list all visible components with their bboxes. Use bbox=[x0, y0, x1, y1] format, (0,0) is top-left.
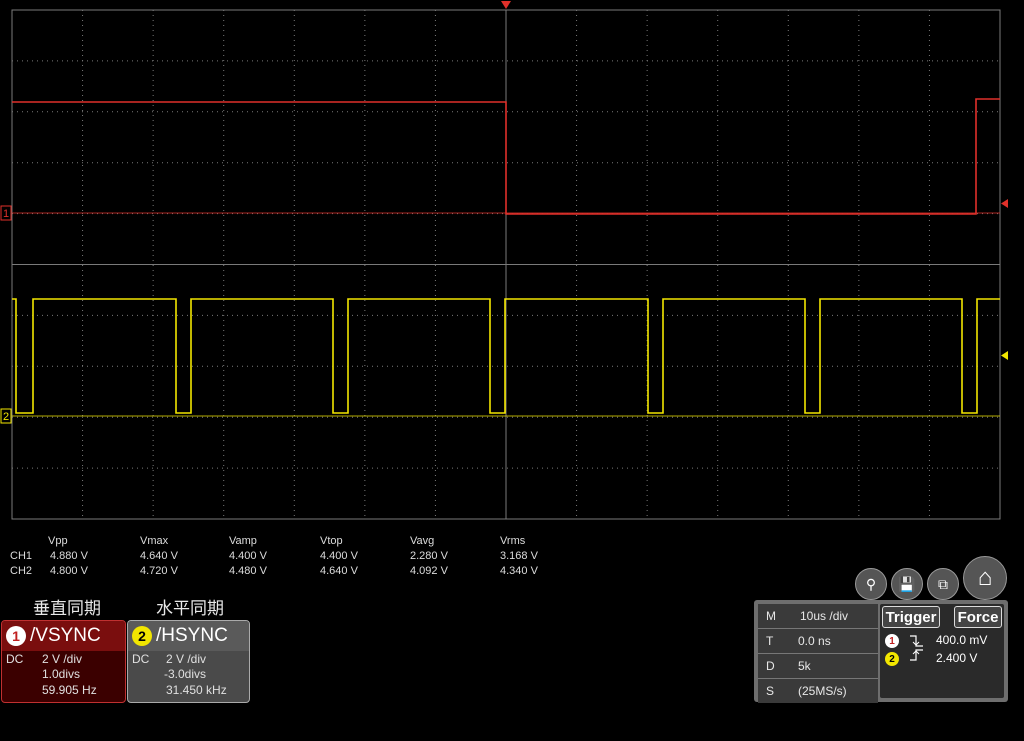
timebase-row-m[interactable]: M 10us /div bbox=[758, 604, 878, 629]
ch1-offset: 1.0divs bbox=[42, 667, 81, 681]
timebase-value: (25MS/s) bbox=[798, 684, 847, 698]
meas-value: 4.092 V bbox=[410, 565, 448, 577]
graticule bbox=[11, 9, 1001, 520]
timebase-trigger-panel: M 10us /div T 0.0 ns D 5k S (25MS/s) Tri… bbox=[754, 600, 1008, 703]
ch1-frequency: 59.905 Hz bbox=[42, 683, 97, 697]
timebase-key: D bbox=[766, 659, 775, 673]
meas-value: 4.640 V bbox=[320, 565, 358, 577]
meas-value: 4.400 V bbox=[229, 550, 267, 562]
window-icon[interactable]: ⧉ bbox=[927, 568, 959, 600]
trigger-button[interactable]: Trigger bbox=[882, 606, 940, 628]
meas-header: Vamp bbox=[229, 535, 257, 547]
trigger-ch2-level: 2.400 V bbox=[936, 651, 978, 665]
trigger-position-marker[interactable] bbox=[501, 1, 511, 9]
timebase-value: 5k bbox=[798, 659, 811, 673]
ch1-trace bbox=[12, 98, 1000, 215]
timebase-value: 0.0 ns bbox=[798, 634, 831, 648]
ch2-scale: 2 V /div bbox=[166, 652, 207, 666]
meas-header: Vmax bbox=[140, 535, 169, 547]
meas-value: 4.480 V bbox=[229, 565, 267, 577]
oscilloscope-screen[interactable]: 1 2 bbox=[0, 0, 1024, 530]
meas-row-label: CH1 bbox=[10, 550, 33, 562]
ch1-marker-label: 1 bbox=[3, 208, 9, 220]
ch2-frequency: 31.450 kHz bbox=[166, 683, 227, 697]
ch1-name: /VSYNC bbox=[30, 625, 101, 646]
meas-value: 3.168 V bbox=[500, 550, 538, 562]
ch1-badge-icon: 1 bbox=[6, 626, 26, 646]
meas-value: 4.880 V bbox=[50, 550, 88, 562]
meas-value: 2.280 V bbox=[410, 550, 448, 562]
timebase-key: M bbox=[766, 609, 776, 623]
falling-edge-icon bbox=[910, 635, 923, 661]
timebase-row-s[interactable]: S (25MS/s) bbox=[758, 679, 878, 703]
meas-value: 4.800 V bbox=[50, 565, 88, 577]
meas-header: Vavg bbox=[410, 535, 435, 547]
ch1-trigger-level-marker[interactable] bbox=[1001, 199, 1008, 208]
ch2-ground-marker[interactable]: 2 bbox=[0, 408, 12, 424]
timebase-key: S bbox=[766, 684, 775, 698]
meas-value: 4.720 V bbox=[140, 565, 178, 577]
trigger-ch1-level: 400.0 mV bbox=[936, 633, 988, 647]
ch2-coupling: DC bbox=[132, 652, 150, 666]
meas-value: 4.400 V bbox=[320, 550, 358, 562]
zoom-icon[interactable]: ⚲ bbox=[855, 568, 887, 600]
ch1-coupling: DC bbox=[6, 652, 24, 666]
save-icon[interactable]: 💾 bbox=[891, 568, 923, 600]
trigger-panel[interactable]: Trigger Force 1 400.0 mV 2 2.400 V bbox=[880, 604, 1004, 698]
timebase-panel[interactable]: M 10us /div T 0.0 ns D 5k S (25MS/s) bbox=[758, 604, 878, 703]
ch2-name: /HSYNC bbox=[156, 625, 228, 646]
ch1-waveform bbox=[12, 98, 1000, 215]
ch2-marker-label: 2 bbox=[3, 411, 9, 423]
meas-value: 4.340 V bbox=[500, 565, 538, 577]
ch2-panel[interactable]: 2 /HSYNC DC 2 V /div -3.0divs 31.450 kHz bbox=[127, 620, 250, 703]
ch1-scale: 2 V /div bbox=[42, 652, 83, 666]
meas-header: Vtop bbox=[320, 535, 343, 547]
timebase-key: T bbox=[766, 634, 774, 648]
meas-header: Vpp bbox=[48, 535, 68, 547]
ch2-header[interactable]: 2 /HSYNC bbox=[128, 621, 249, 651]
ch1-header[interactable]: 1 /VSYNC bbox=[2, 621, 125, 651]
ch2-caption: 水平同期 bbox=[156, 599, 224, 618]
meas-header: Vrms bbox=[500, 535, 526, 547]
timebase-row-t[interactable]: T 0.0 ns bbox=[758, 629, 878, 654]
timebase-value: 10us /div bbox=[800, 609, 849, 623]
trigger-ch1-badge-icon: 1 bbox=[885, 634, 899, 648]
ch2-trigger-level-marker[interactable] bbox=[1001, 351, 1008, 360]
meas-row-label: CH2 bbox=[10, 565, 33, 577]
ch1-caption: 垂直同期 bbox=[33, 599, 101, 618]
ch1-panel[interactable]: 1 /VSYNC DC 2 V /div 1.0divs 59.905 Hz bbox=[1, 620, 126, 703]
ch2-badge-icon: 2 bbox=[132, 626, 152, 646]
measurement-table: Vpp Vmax Vamp Vtop Vavg Vrms CH1 4.880 V… bbox=[0, 534, 560, 580]
ch1-ground-marker[interactable]: 1 bbox=[0, 205, 12, 221]
meas-value: 4.640 V bbox=[140, 550, 178, 562]
force-button[interactable]: Force bbox=[954, 606, 1002, 628]
timebase-row-d[interactable]: D 5k bbox=[758, 654, 878, 679]
trigger-ch2-badge-icon: 2 bbox=[885, 652, 899, 666]
home-icon[interactable]: ⌂ bbox=[963, 556, 1007, 600]
ch2-offset: -3.0divs bbox=[164, 667, 207, 681]
